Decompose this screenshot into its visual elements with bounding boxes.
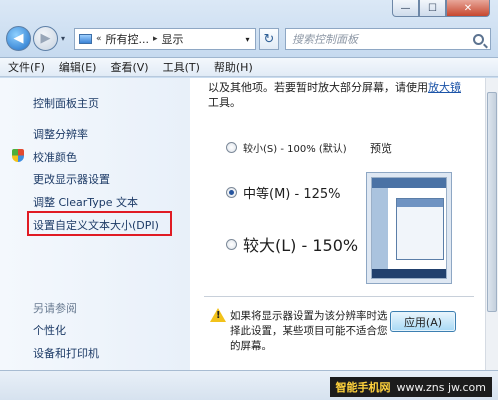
- personalization-link[interactable]: 个性化: [33, 322, 66, 338]
- maximize-button[interactable]: ☐: [419, 0, 446, 17]
- window-controls: — ☐ ✕: [392, 0, 490, 17]
- search-placeholder: 搜索控制面板: [292, 33, 358, 46]
- radio-smaller[interactable]: [226, 142, 237, 153]
- watermark-url: www.zns jw.com: [396, 380, 486, 394]
- warning-glyph: !: [216, 310, 221, 321]
- preview-taskbar: [372, 269, 446, 278]
- adjust-cleartype-link[interactable]: 调整 ClearType 文本: [33, 194, 138, 210]
- warning-text: 如果将显示器设置为该分辨率时选择此设置，某些项目可能不适合您的屏幕。: [230, 310, 388, 352]
- control-panel-home-link[interactable]: 控制面板主页: [33, 95, 99, 111]
- menu-help[interactable]: 帮助(H): [214, 59, 253, 75]
- radio-medium-selected[interactable]: [226, 187, 237, 198]
- menu-view[interactable]: 查看(V): [110, 59, 148, 75]
- minimize-button[interactable]: —: [392, 0, 419, 17]
- display-icon: [79, 34, 92, 44]
- adjust-resolution-link[interactable]: 调整分辨率: [33, 126, 88, 142]
- radio-larger[interactable]: [226, 238, 237, 250]
- forward-button[interactable]: ▶: [33, 26, 58, 51]
- nav-buttons: ◀ ▶ ▾: [6, 26, 65, 51]
- option-medium-label[interactable]: 中等(M) - 125%: [243, 183, 340, 202]
- description-tail: 工具。: [208, 96, 241, 109]
- change-display-settings-link[interactable]: 更改显示器设置: [33, 171, 110, 187]
- breadcrumb-separator-icon[interactable]: ▸: [153, 34, 158, 44]
- preview-window: [396, 198, 444, 260]
- magnifier-link[interactable]: 放大镜: [428, 81, 461, 94]
- preview-header: [372, 178, 446, 188]
- breadcrumb-overflow[interactable]: «: [96, 34, 102, 44]
- devices-printers-link[interactable]: 设备和打印机: [33, 345, 99, 361]
- preview-thumbnail: [366, 172, 452, 284]
- breadcrumb-display[interactable]: 显示: [162, 31, 184, 47]
- scrollbar-thumb[interactable]: [487, 92, 497, 312]
- search-box[interactable]: 搜索控制面板: [285, 28, 491, 50]
- highlight-box: [27, 211, 172, 236]
- vertical-scrollbar[interactable]: [485, 78, 498, 370]
- breadcrumb-all-control-panel[interactable]: 所有控...: [106, 31, 150, 47]
- option-medium[interactable]: 中等(M) - 125%: [226, 183, 340, 202]
- menu-bar: 文件(F) 编辑(E) 查看(V) 工具(T) 帮助(H): [0, 58, 498, 77]
- watermark: 智能手机网 www.zns jw.com: [329, 377, 492, 397]
- preview-sidebar: [372, 188, 388, 278]
- option-smaller[interactable]: 较小(S) - 100% (默认): [226, 140, 347, 155]
- search-icon[interactable]: [473, 33, 484, 45]
- description-text: 以及其他项。若要暂时放大部分屏幕，请使用放大镜 工具。: [208, 80, 478, 110]
- menu-edit[interactable]: 编辑(E): [59, 59, 97, 75]
- left-navigation-pane: 控制面板主页 调整分辨率 校准颜色 更改显示器设置 调整 ClearType 文…: [0, 78, 190, 370]
- option-larger-label[interactable]: 较大(L) - 150%: [243, 232, 358, 256]
- refresh-button[interactable]: ↻: [259, 28, 279, 50]
- watermark-brand: 智能手机网: [335, 381, 391, 394]
- option-smaller-label[interactable]: 较小(S) - 100% (默认): [243, 140, 347, 155]
- recent-pages-dropdown[interactable]: ▾: [61, 34, 65, 43]
- close-button[interactable]: ✕: [446, 0, 490, 17]
- window-chrome: — ☐ ✕ ◀ ▶ ▾ « 所有控... ▸ 显示 ▾ ↻ 搜索控制面板: [0, 0, 498, 58]
- menu-tools[interactable]: 工具(T): [163, 59, 200, 75]
- divider: [204, 296, 474, 297]
- menu-file[interactable]: 文件(F): [8, 59, 45, 75]
- apply-button[interactable]: 应用(A): [390, 311, 456, 332]
- color-calibration-icon: [12, 149, 24, 162]
- preview-screen: [371, 177, 447, 279]
- calibrate-color-link[interactable]: 校准颜色: [33, 149, 77, 165]
- option-larger[interactable]: 较大(L) - 150%: [226, 232, 358, 256]
- status-bar: 智能手机网 www.zns jw.com: [0, 370, 498, 400]
- see-also-heading: 另请参阅: [33, 302, 77, 315]
- preview-label: 预览: [370, 142, 392, 155]
- address-dropdown-button[interactable]: ▾: [240, 28, 256, 50]
- back-button[interactable]: ◀: [6, 26, 31, 51]
- warning-icon: !: [210, 308, 226, 322]
- description-body: 以及其他项。若要暂时放大部分屏幕，请使用: [208, 81, 428, 94]
- address-bar[interactable]: « 所有控... ▸ 显示: [74, 28, 256, 50]
- content-pane: 以及其他项。若要暂时放大部分屏幕，请使用放大镜 工具。 较小(S) - 100%…: [190, 78, 485, 370]
